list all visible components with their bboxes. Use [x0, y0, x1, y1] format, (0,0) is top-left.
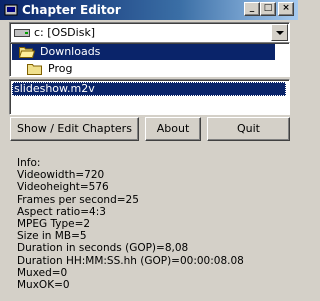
drive-select-value: c: [OSDisk]	[34, 26, 96, 39]
info-heading: Info:	[17, 157, 41, 169]
info-fps: Frames per second=25	[17, 193, 139, 206]
info-size: Size in MB=5	[17, 230, 87, 243]
folder-item-downloads[interactable]: Downloads	[12, 44, 275, 60]
file-list[interactable]: slideshow.m2v	[9, 79, 290, 115]
close-button[interactable]: ×	[278, 2, 294, 16]
info-duration-hms: Duration HH:MM:SS.hh (GOP)=00:00:08.08	[17, 254, 244, 267]
folder-label: Prog	[48, 62, 73, 75]
info-video-height: Videoheight=576	[17, 181, 109, 194]
file-item-slideshow[interactable]: slideshow.m2v	[12, 82, 286, 96]
info-muxok: MuxOK=0	[17, 279, 70, 292]
chevron-down-icon	[276, 31, 284, 35]
maximize-button[interactable]: □	[260, 2, 276, 16]
open-folder-icon	[19, 47, 35, 58]
info-duration-seconds: Duration in seconds (GOP)=8,08	[17, 242, 189, 255]
app-icon	[4, 4, 18, 16]
drive-select[interactable]: c: [OSDisk]	[9, 22, 290, 43]
folder-list[interactable]: Downloads Prog	[9, 42, 290, 77]
title-bar[interactable]: Chapter Editor _ □ ×	[0, 0, 298, 20]
quit-button[interactable]: Quit	[207, 117, 290, 141]
folder-label: Downloads	[40, 45, 101, 58]
about-button[interactable]: About	[145, 117, 201, 141]
window-title: Chapter Editor	[22, 3, 121, 17]
info-panel: Info: Videowidth=720 Videoheight=576 Fra…	[17, 157, 244, 291]
minimize-button[interactable]: _	[244, 2, 260, 16]
info-aspect-ratio: Aspect ratio=4:3	[17, 205, 106, 218]
info-muxed: Muxed=0	[17, 266, 68, 279]
hard-drive-icon	[14, 29, 30, 37]
drive-dropdown-button[interactable]	[271, 24, 288, 41]
info-video-width: Videowidth=720	[17, 169, 105, 182]
folder-icon	[27, 64, 42, 75]
info-mpeg-type: MPEG Type=2	[17, 218, 91, 231]
show-edit-chapters-button[interactable]: Show / Edit Chapters	[10, 117, 139, 141]
file-label: slideshow.m2v	[14, 82, 95, 95]
folder-item-prog[interactable]: Prog	[12, 61, 275, 76]
